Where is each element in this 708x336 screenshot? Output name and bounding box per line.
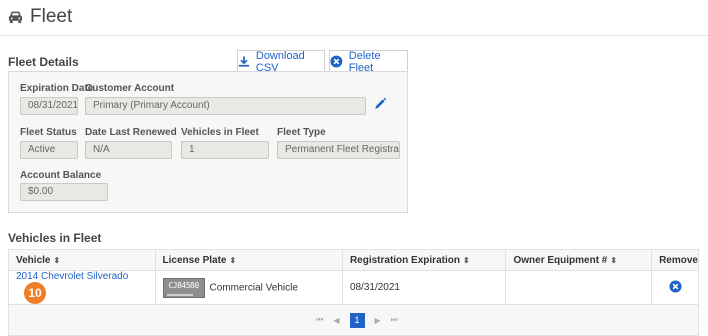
fleet-type-field: Permanent Fleet Registration xyxy=(277,141,400,159)
step-badge: 10 xyxy=(24,282,46,304)
car-icon xyxy=(8,11,23,24)
sort-icon: ⬍ xyxy=(229,255,237,265)
column-header-vehicle[interactable]: Vehicle ⬍ xyxy=(8,249,156,271)
page-title: Fleet xyxy=(30,6,73,27)
owner-equipment-cell xyxy=(505,270,653,305)
delete-fleet-label: Delete Fleet xyxy=(348,49,381,74)
current-page[interactable]: 1 xyxy=(349,312,365,328)
fleet-status-label: Fleet Status xyxy=(20,127,77,138)
download-icon xyxy=(238,56,250,67)
prev-page-icon[interactable]: ◀ xyxy=(333,316,339,325)
remove-icon[interactable] xyxy=(668,279,682,293)
fleet-type-label: Fleet Type xyxy=(277,127,326,138)
plate-number: CJ84580 xyxy=(168,280,199,290)
expiration-date-label: Expiration Date xyxy=(20,83,94,94)
sort-icon: ⬍ xyxy=(462,255,470,265)
account-balance-field: $0.00 xyxy=(20,183,108,201)
vehicle-link[interactable]: 2014 Chevrolet Silverado xyxy=(16,271,128,282)
header-divider xyxy=(0,35,708,36)
date-last-renewed-field: N/A xyxy=(85,141,172,159)
plate-type: Commercial Vehicle xyxy=(209,282,298,294)
fleet-details-title: Fleet Details xyxy=(8,55,79,69)
expiration-date-field: 08/31/2021 xyxy=(20,97,78,115)
delete-fleet-button[interactable]: Delete Fleet xyxy=(329,49,408,74)
close-circle-icon xyxy=(330,55,343,68)
next-page-icon[interactable]: ▶ xyxy=(375,316,381,325)
customer-account-field: Primary (Primary Account) xyxy=(85,97,366,115)
table-row: 2014 Chevrolet Silverado10 CJ84580 Comme… xyxy=(8,270,699,305)
column-header-registration-expiration[interactable]: Registration Expiration ⬍ xyxy=(341,249,507,271)
column-header-owner-equipment[interactable]: Owner Equipment # ⬍ xyxy=(505,249,653,271)
pencil-icon[interactable] xyxy=(374,97,387,110)
license-plate-image: CJ84580 xyxy=(162,277,205,298)
sort-icon: ⬍ xyxy=(610,255,618,265)
vehicles-table: Vehicle ⬍ License Plate ⬍ Registration Exp… xyxy=(8,249,699,336)
last-page-icon[interactable]: ⏭ xyxy=(391,315,398,325)
remove-cell xyxy=(651,270,699,305)
vehicles-in-fleet-label: Vehicles in Fleet xyxy=(181,127,259,138)
account-balance-label: Account Balance xyxy=(20,170,102,181)
pager-row: ⏮ ◀ 1 ▶ ⏭ xyxy=(8,304,699,336)
customer-account-label: Customer Account xyxy=(85,83,175,94)
fleet-details-panel: Expiration Date Customer Account 08/31/2… xyxy=(8,71,408,213)
fleet-status-field: Active xyxy=(20,141,78,159)
date-last-renewed-label: Date Last Renewed xyxy=(85,127,177,138)
license-plate-cell: CJ84580 Commercial Vehicle xyxy=(154,270,343,305)
vehicle-cell: 2014 Chevrolet Silverado10 xyxy=(8,270,156,305)
download-csv-label: Download CSV xyxy=(255,49,305,74)
pagination: ⏮ ◀ 1 ▶ ⏭ xyxy=(316,312,398,328)
vehicles-in-fleet-title: Vehicles in Fleet xyxy=(8,231,102,245)
vehicles-in-fleet-field: 1 xyxy=(181,141,269,159)
registration-expiration-cell: 08/31/2021 xyxy=(341,270,507,305)
first-page-icon[interactable]: ⏮ xyxy=(316,315,323,325)
column-header-license-plate[interactable]: License Plate ⬍ xyxy=(154,249,343,271)
sort-icon: ⬍ xyxy=(53,255,61,265)
download-csv-button[interactable]: Download CSV xyxy=(237,49,325,74)
page-header: Fleet xyxy=(8,6,72,28)
column-header-remove: Remove xyxy=(651,249,699,271)
